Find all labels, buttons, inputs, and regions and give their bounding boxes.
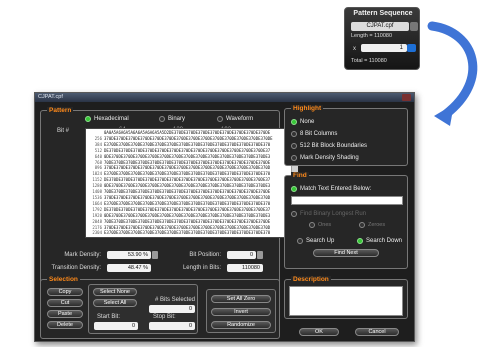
randomize-button[interactable]: Randomize xyxy=(211,321,271,329)
radio-icon xyxy=(291,131,297,137)
cancel-button[interactable]: Cancel xyxy=(355,328,399,336)
hex-row[interactable]: 2304 E370DE370DE370DE370DE370DE370DE370DE… xyxy=(86,230,291,236)
cut-button[interactable]: Cut xyxy=(47,299,83,307)
callout-arrow-icon xyxy=(427,21,478,126)
repeat-count-field[interactable]: 1 xyxy=(361,44,407,52)
search-up-radio[interactable]: Search Up xyxy=(297,238,334,244)
radio-icon xyxy=(291,155,297,161)
paste-button[interactable]: Paste xyxy=(47,310,83,318)
radio-icon xyxy=(359,222,365,228)
highlight-panel-label: Highlight xyxy=(291,105,324,112)
stop-bit-label: Stop Bit: xyxy=(153,314,176,320)
close-icon[interactable] xyxy=(402,94,411,101)
radio-selected-icon xyxy=(85,116,91,122)
mark-density-stepper[interactable] xyxy=(152,251,158,259)
set-all-zero-button[interactable]: Set All Zero xyxy=(211,295,271,303)
mode-waveform-radio[interactable]: Waveform xyxy=(217,116,253,122)
find-next-button[interactable]: Find Next xyxy=(313,249,379,257)
mark-density-field: 53.90 % xyxy=(107,251,151,259)
start-bit-field[interactable]: 0 xyxy=(94,322,138,330)
window-titlebar: CJPAT.cpf xyxy=(35,93,414,102)
radio-icon xyxy=(291,211,297,217)
invert-button[interactable]: Invert xyxy=(211,308,271,316)
length-in-bits-field: 110080 xyxy=(227,264,263,272)
transition-density-field: 48.47 % xyxy=(107,264,151,272)
hex-rows: 0A0A5A6A6A5A6A6A5A6A6A5A5D2DE370DE370DE3… xyxy=(86,130,291,236)
radio-icon xyxy=(297,238,303,244)
bit-position-field[interactable]: 0 xyxy=(227,251,256,259)
selection-panel-label: Selection xyxy=(47,276,80,283)
length-in-bits-label: Length in Bits: xyxy=(182,265,221,271)
description-panel-label: Description xyxy=(291,276,331,283)
pattern-panel-label: Pattern xyxy=(47,107,74,114)
description-textarea[interactable] xyxy=(289,286,403,316)
find-panel: Find Match Text Entered Below: Find Bina… xyxy=(284,172,408,269)
radio-selected-icon xyxy=(291,119,297,125)
bit-position-stepper[interactable] xyxy=(257,251,263,259)
callout-title: Pattern Sequence xyxy=(353,10,413,17)
highlight-mark-density-radio[interactable]: Mark Density Shading xyxy=(291,155,359,161)
find-zeroes-radio[interactable]: Zeroes xyxy=(359,222,385,228)
hex-row-bit-number: 2304 xyxy=(92,230,102,236)
select-all-button[interactable]: Select All xyxy=(93,299,137,307)
bits-selected-label: # Bits Selected xyxy=(155,297,196,303)
delete-button[interactable]: Delete xyxy=(47,321,83,329)
bit-position-label: Bit Position: xyxy=(189,252,221,258)
pattern-editor-window: CJPAT.cpf Pattern Hexadecimal Binary Wav… xyxy=(34,92,415,342)
bits-selected-field: 0 xyxy=(149,305,195,313)
ok-button[interactable]: OK xyxy=(299,328,339,336)
find-text-input[interactable] xyxy=(291,196,403,205)
match-text-radio[interactable]: Match Text Entered Below: xyxy=(291,186,371,192)
radio-icon xyxy=(309,222,315,228)
radio-icon xyxy=(159,116,165,122)
pattern-file-field[interactable]: CJPAT.cpf xyxy=(351,22,409,31)
highlight-512bit-radio[interactable]: 512 Bit Block Boundaries xyxy=(291,143,367,149)
mark-density-label: Mark Density: xyxy=(64,252,101,258)
radio-selected-icon xyxy=(357,238,363,244)
highlight-panel: Highlight None 8 Bit Columns 512 Bit Blo… xyxy=(284,105,408,166)
radio-icon xyxy=(217,116,223,122)
mode-hexadecimal-radio[interactable]: Hexadecimal xyxy=(85,116,129,122)
transition-density-label: Transition Density: xyxy=(51,265,101,271)
stop-bit-field[interactable]: 0 xyxy=(149,322,195,330)
find-longest-run-radio[interactable]: Find Binary Longest Run xyxy=(291,211,366,217)
copy-button[interactable]: Copy xyxy=(47,288,83,296)
callout-total: Total = 110080 xyxy=(351,58,387,64)
find-ones-radio[interactable]: Ones xyxy=(309,222,331,228)
hex-row-data: E370DE370DE370DE370DE370DE370DE370DE370D… xyxy=(104,230,271,236)
window-title: CJPAT.cpf xyxy=(38,94,63,100)
repeat-label: x xyxy=(353,46,356,52)
bit-number-label: Bit # xyxy=(57,128,70,134)
search-down-radio[interactable]: Search Down xyxy=(357,238,402,244)
select-none-button[interactable]: Select None xyxy=(93,288,137,296)
radio-icon xyxy=(291,143,297,149)
mode-binary-radio[interactable]: Binary xyxy=(159,116,185,122)
description-panel: Description xyxy=(284,276,408,319)
highlight-none-radio[interactable]: None xyxy=(291,119,314,125)
start-bit-label: Start Bit: xyxy=(97,314,121,320)
bit-modify-group: Set All Zero Invert Randomize xyxy=(206,289,276,333)
hex-view[interactable]: 0A0A5A6A6A5A6A6A5A6A6A5A5D2DE370DE370DE3… xyxy=(85,128,298,238)
find-panel-label: Find xyxy=(291,172,309,179)
bit-selection-group: Select None Select All # Bits Selected 0… xyxy=(88,284,198,334)
radio-selected-icon xyxy=(291,186,297,192)
highlight-8bit-radio[interactable]: 8 Bit Columns xyxy=(291,131,337,137)
